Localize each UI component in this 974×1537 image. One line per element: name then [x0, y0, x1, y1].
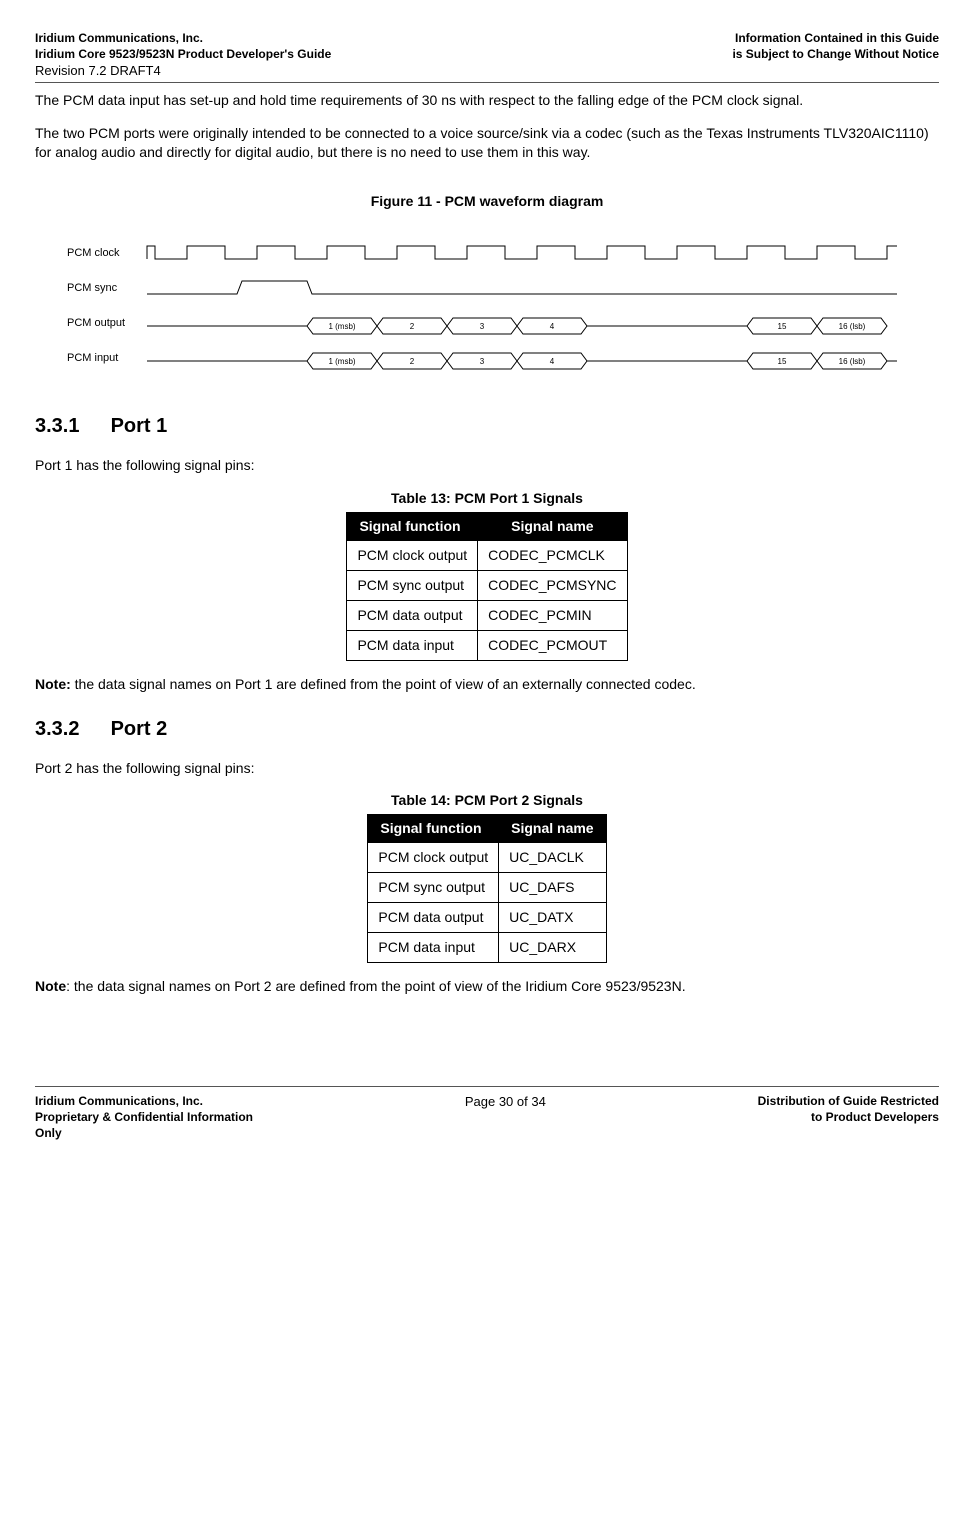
- note-label: Note:: [35, 676, 71, 692]
- table-row: PCM data inputCODEC_PCMOUT: [347, 630, 627, 660]
- footer-page-number: Page 30 of 34: [465, 1093, 546, 1111]
- table-row: PCM clock outputUC_DACLK: [368, 843, 606, 873]
- table13-th-function: Signal function: [347, 513, 478, 541]
- table-row: PCM clock outputCODEC_PCMCLK: [347, 541, 627, 571]
- out-bit-2: 2: [410, 322, 415, 331]
- footer-left-1: Iridium Communications, Inc.: [35, 1093, 253, 1109]
- label-pcm-sync: PCM sync: [67, 282, 118, 294]
- in-bit-1: 1 (msb): [328, 357, 355, 366]
- port1-intro: Port 1 has the following signal pins:: [35, 456, 939, 475]
- footer-rule: [35, 1086, 939, 1087]
- footer-left-3: Only: [35, 1125, 253, 1141]
- out-bit-15: 15: [778, 322, 787, 331]
- table-row: PCM data outputUC_DATX: [368, 902, 606, 932]
- table-row: PCM sync outputUC_DAFS: [368, 873, 606, 903]
- heading-port2: 3.3.2 Port 2: [35, 716, 939, 743]
- body-paragraph-1: The PCM data input has set-up and hold t…: [35, 91, 939, 110]
- table-port2-signals: Signal function Signal name PCM clock ou…: [367, 814, 606, 962]
- table14-title: Table 14: PCM Port 2 Signals: [35, 791, 939, 810]
- footer-left-2: Proprietary & Confidential Information: [35, 1109, 253, 1125]
- label-pcm-output: PCM output: [67, 317, 125, 329]
- heading-port2-num: 3.3.2: [35, 716, 105, 743]
- header-left-2: Iridium Core 9523/9523N Product Develope…: [35, 46, 331, 62]
- out-bit-3: 3: [480, 322, 485, 331]
- note-label: Note: [35, 978, 66, 994]
- label-pcm-clock: PCM clock: [67, 247, 120, 259]
- footer-right-2: to Product Developers: [758, 1109, 939, 1125]
- port2-note: Note: the data signal names on Port 2 ar…: [35, 977, 939, 996]
- wave-clock: [147, 246, 897, 259]
- out-bit-16: 16 (lsb): [839, 322, 866, 331]
- header: Iridium Communications, Inc. Information…: [35, 30, 939, 83]
- pcm-waveform-diagram: PCM clock PCM sync PCM output PCM input …: [67, 236, 907, 391]
- heading-port1: 3.3.1 Port 1: [35, 413, 939, 440]
- in-bit-15: 15: [778, 357, 787, 366]
- wave-sync: [147, 281, 897, 294]
- wave-input: 1 (msb) 2 3 4 15 16 (lsb): [147, 353, 897, 369]
- footer-right-1: Distribution of Guide Restricted: [758, 1093, 939, 1109]
- body-paragraph-2: The two PCM ports were originally intend…: [35, 124, 939, 162]
- table13-title: Table 13: PCM Port 1 Signals: [35, 489, 939, 508]
- wave-output: 1 (msb) 2 3 4 15 16 (lsb): [147, 318, 887, 334]
- in-bit-2: 2: [410, 357, 415, 366]
- table13-th-name: Signal name: [478, 513, 627, 541]
- table14-th-function: Signal function: [368, 815, 499, 843]
- header-revision: Revision 7.2 DRAFT4: [35, 62, 939, 80]
- heading-port1-num: 3.3.1: [35, 413, 105, 440]
- table-row: PCM data outputCODEC_PCMIN: [347, 600, 627, 630]
- in-bit-4: 4: [550, 357, 555, 366]
- port2-intro: Port 2 has the following signal pins:: [35, 759, 939, 778]
- footer: Iridium Communications, Inc. Proprietary…: [35, 1086, 939, 1142]
- port1-note: Note: the data signal names on Port 1 ar…: [35, 675, 939, 694]
- figure-caption: Figure 11 - PCM waveform diagram: [35, 192, 939, 211]
- header-right-2: is Subject to Change Without Notice: [732, 46, 939, 62]
- out-bit-1: 1 (msb): [328, 322, 355, 331]
- header-rule: [35, 82, 939, 83]
- table14-th-name: Signal name: [499, 815, 606, 843]
- in-bit-16: 16 (lsb): [839, 357, 866, 366]
- out-bit-4: 4: [550, 322, 555, 331]
- label-pcm-input: PCM input: [67, 352, 118, 364]
- table-row: PCM sync outputCODEC_PCMSYNC: [347, 570, 627, 600]
- in-bit-3: 3: [480, 357, 485, 366]
- header-right-1: Information Contained in this Guide: [735, 30, 939, 46]
- header-left-1: Iridium Communications, Inc.: [35, 30, 203, 46]
- table-port1-signals: Signal function Signal name PCM clock ou…: [346, 512, 627, 660]
- heading-port1-text: Port 1: [111, 415, 168, 437]
- table-row: PCM data inputUC_DARX: [368, 932, 606, 962]
- heading-port2-text: Port 2: [111, 718, 168, 740]
